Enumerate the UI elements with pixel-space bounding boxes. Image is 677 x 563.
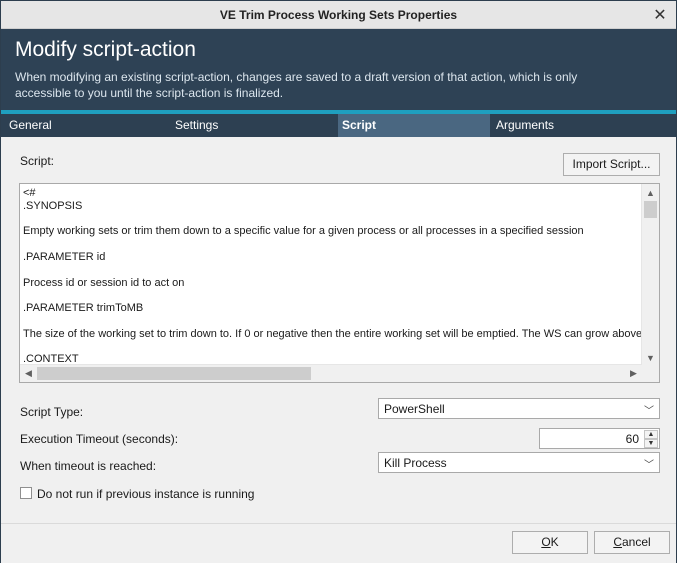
script-type-select[interactable]: PowerShell ﹀ — [378, 398, 660, 419]
script-line: Empty working sets or trim them down to … — [23, 225, 584, 238]
properties-dialog: VE Trim Process Working Sets Properties … — [0, 0, 677, 563]
script-line: .PARAMETER trimToMB — [23, 302, 144, 315]
timeout-action-value: Kill Process — [384, 456, 447, 470]
script-line — [23, 315, 641, 328]
cancel-button[interactable]: Cancel — [594, 531, 670, 554]
dialog-footer: OK Cancel — [1, 523, 676, 563]
script-line — [23, 289, 641, 302]
execution-timeout-stepper[interactable]: 60 ▲ ▼ — [539, 428, 660, 449]
tab-general[interactable]: General — [1, 114, 161, 137]
execution-timeout-label: Execution Timeout (seconds): — [20, 432, 179, 446]
horizontal-scrollbar[interactable]: ◀ ▶ — [20, 364, 642, 382]
script-type-label: Script Type: — [20, 405, 84, 419]
horizontal-scroll-thumb[interactable] — [37, 367, 311, 380]
timeout-action-select[interactable]: Kill Process ﹀ — [378, 452, 660, 473]
script-editor[interactable]: <# .SYNOPSIS Empty working sets or trim th… — [19, 183, 660, 383]
scroll-right-icon[interactable]: ▶ — [625, 368, 642, 379]
script-line: <# — [23, 187, 36, 199]
page-title: Modify script-action — [15, 38, 196, 61]
script-line — [23, 213, 641, 226]
title-bar: VE Trim Process Working Sets Properties … — [1, 1, 676, 29]
vertical-scroll-thumb[interactable] — [644, 201, 657, 218]
spin-up-icon[interactable]: ▲ — [644, 430, 658, 439]
script-line — [23, 341, 641, 354]
scrollbar-corner — [642, 365, 659, 382]
script-line: .SYNOPSIS — [23, 199, 83, 212]
vertical-scrollbar[interactable]: ▲ ▼ — [641, 184, 659, 366]
script-type-value: PowerShell — [384, 402, 445, 416]
scroll-up-icon[interactable]: ▲ — [642, 188, 659, 198]
ok-button[interactable]: OK — [512, 531, 588, 554]
header-description: When modifying an existing script-action… — [15, 70, 578, 100]
cancel-button-label: Cancel — [613, 535, 651, 549]
script-line: Process id or session id to act on — [23, 276, 185, 289]
ok-button-label: OK — [541, 535, 559, 549]
script-line: .PARAMETER id — [23, 250, 106, 263]
script-tab-panel: Script: Import Script... <# .SYNOPSIS Empt… — [1, 137, 676, 523]
spin-down-icon[interactable]: ▼ — [644, 439, 658, 448]
tab-arguments[interactable]: Arguments — [490, 114, 676, 137]
scroll-left-icon[interactable]: ◀ — [20, 368, 37, 379]
scroll-down-icon[interactable]: ▼ — [642, 353, 659, 363]
script-line — [23, 264, 641, 277]
header-banner: Modify script-action When modifying an e… — [1, 29, 676, 110]
script-text[interactable]: <# .SYNOPSIS Empty working sets or trim th… — [23, 187, 641, 366]
close-icon[interactable]: ✕ — [652, 5, 668, 25]
tab-settings[interactable]: Settings — [161, 114, 338, 137]
tab-script[interactable]: Script — [338, 114, 490, 137]
script-label: Script: — [20, 154, 55, 168]
do-not-run-checkbox[interactable] — [20, 487, 32, 499]
execution-timeout-value[interactable]: 60 — [626, 432, 639, 446]
script-line: The size of the working set to trim down… — [23, 327, 641, 340]
chevron-down-icon: ﹀ — [644, 460, 654, 471]
tab-bar: General Settings Script Arguments — [1, 114, 676, 137]
script-line — [23, 238, 641, 251]
chevron-down-icon: ﹀ — [644, 406, 654, 417]
timeout-action-label: When timeout is reached: — [20, 459, 157, 473]
import-script-button[interactable]: Import Script... — [563, 153, 660, 176]
do-not-run-label: Do not run if previous instance is runni… — [37, 487, 255, 501]
window-title: VE Trim Process Working Sets Properties — [219, 8, 458, 22]
